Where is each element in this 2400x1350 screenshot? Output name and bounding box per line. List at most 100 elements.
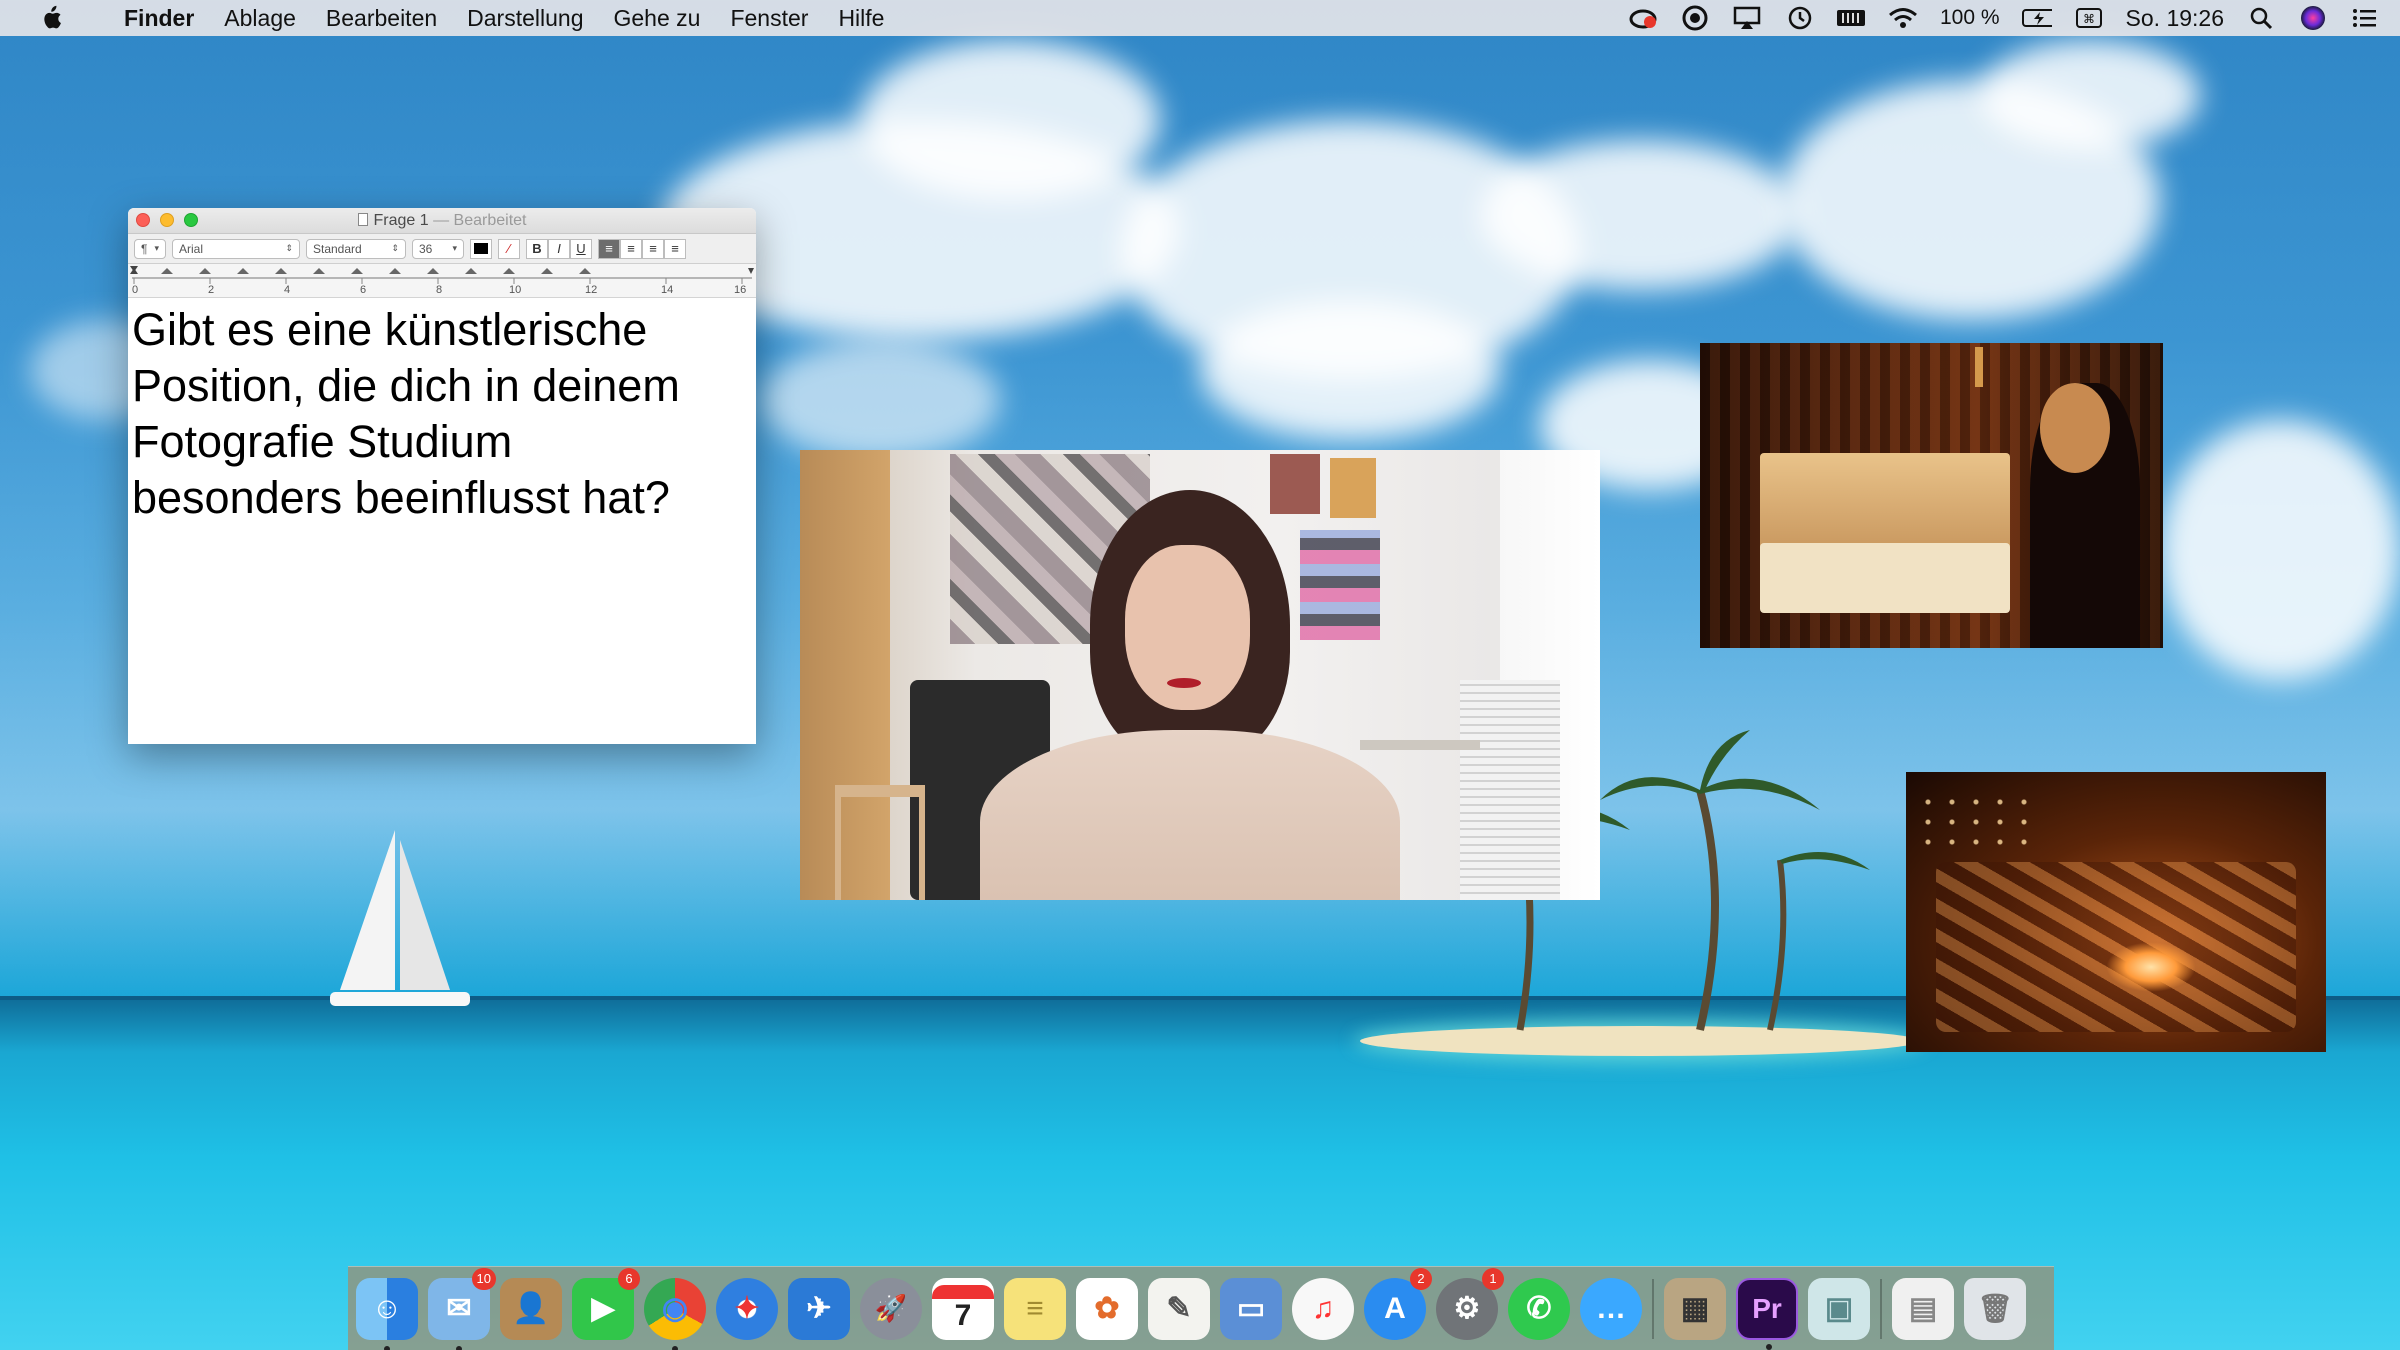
person-head: [2040, 383, 2110, 473]
menu-ablage[interactable]: Ablage: [224, 5, 296, 32]
menu-hilfe[interactable]: Hilfe: [838, 5, 884, 32]
clock[interactable]: So. 19:26: [2126, 5, 2224, 32]
dock-mail-icon[interactable]: ✉ 10: [428, 1267, 496, 1350]
chevron-down-icon: ▾: [452, 243, 457, 253]
dock-keynote-icon[interactable]: ▭: [1220, 1277, 1282, 1340]
casket-lining: [1760, 543, 2010, 613]
dock-glyph: ✎: [1166, 1292, 1192, 1325]
align-left-button[interactable]: ≡: [598, 238, 620, 259]
battery-indicator-icon[interactable]: [1836, 5, 1866, 31]
dock-glyph: 7: [954, 1298, 972, 1332]
dock-launchpad-icon[interactable]: 🚀: [860, 1277, 922, 1340]
font-size-field[interactable]: 36 ▾: [412, 238, 464, 259]
dock-glyph: ♫: [1311, 1291, 1335, 1325]
dock-textedit-icon[interactable]: ✎: [1148, 1277, 1210, 1340]
align-center-button[interactable]: ≡: [620, 238, 642, 259]
dock: ☺ ✉ 10 👤 ▶ 6 ◉ ✦ ✈ 🚀 7 ≡ ✿ ✎ ▭ ♫ A2 ⚙ 1 ✆ ……: [348, 1266, 2054, 1350]
ruler[interactable]: 0 2 4 6 8 10 12 14 16: [128, 264, 756, 298]
window-title: Frage 1 — Bearbeitet: [128, 212, 756, 230]
camera-record-icon[interactable]: [1680, 5, 1710, 31]
dock-glyph: …: [1596, 1291, 1626, 1325]
dock-documents-icon[interactable]: ▤: [1892, 1277, 1954, 1340]
mail-badge: 10: [471, 1267, 496, 1290]
dock-plugin-scan-icon[interactable]: ▣: [1808, 1277, 1870, 1340]
desk: [1360, 740, 1480, 750]
person-sweater: [980, 730, 1400, 900]
dock-glyph: ▦: [1680, 1292, 1710, 1325]
dock-app-store-icon[interactable]: A2: [1364, 1267, 1432, 1340]
time-machine-icon[interactable]: [1784, 5, 1814, 31]
menu-fenster[interactable]: Fenster: [730, 5, 808, 32]
photo-candlelit-casket: [1906, 772, 2326, 1052]
dock-safari-icon[interactable]: ✦: [716, 1277, 778, 1340]
dock-glyph: ✆: [1526, 1292, 1552, 1325]
poster: [1270, 454, 1320, 514]
menu-darstellung[interactable]: Darstellung: [467, 5, 583, 32]
document-line: Fotografie Studium: [132, 416, 513, 467]
align-right-button[interactable]: ≡: [642, 238, 664, 259]
dock-photos-icon[interactable]: ✿: [1076, 1277, 1138, 1340]
notification-center-icon[interactable]: [2350, 5, 2380, 31]
dock-finder-icon[interactable]: ☺: [356, 1277, 418, 1350]
creative-cloud-icon[interactable]: [1628, 5, 1658, 31]
chevron-updown-icon: ⇕: [285, 243, 293, 253]
dock-calendar-icon[interactable]: 7: [932, 1277, 994, 1340]
font-style-buttons: B I U: [526, 238, 592, 259]
no-color-icon: ⁄: [507, 241, 511, 256]
dock-mail-alt-icon[interactable]: ✈: [788, 1277, 850, 1340]
underline-button[interactable]: U: [570, 238, 592, 259]
airplay-icon[interactable]: [1732, 5, 1762, 31]
stool: [835, 785, 925, 900]
dock-glyph: ☺: [371, 1291, 403, 1325]
menu-bearbeiten[interactable]: Bearbeiten: [326, 5, 437, 32]
justify-button[interactable]: ≡: [664, 238, 686, 259]
spotlight-icon[interactable]: [2246, 5, 2276, 31]
dock-system-preferences-icon[interactable]: ⚙ 1: [1436, 1267, 1504, 1340]
bold-button[interactable]: B: [526, 238, 548, 259]
keyboard-icon[interactable]: ⌘: [2074, 5, 2104, 31]
dock-trash-icon[interactable]: 🗑: [1964, 1277, 2026, 1340]
dock-chrome-icon[interactable]: ◉: [644, 1277, 706, 1350]
apple-icon[interactable]: [34, 0, 68, 36]
dock-music-icon[interactable]: ♫: [1292, 1277, 1354, 1340]
dock-facetime-icon[interactable]: ▶ 6: [572, 1267, 640, 1340]
ruler-number: 16: [734, 284, 747, 296]
menu-app-finder[interactable]: Finder: [124, 5, 194, 32]
sailboat: [330, 830, 470, 1006]
calendar-header: [932, 1284, 994, 1299]
svg-text:⌘: ⌘: [2083, 12, 2095, 26]
window-titlebar[interactable]: Frage 1 — Bearbeitet: [128, 208, 756, 234]
paragraph-style-menu[interactable]: ¶ ▾: [134, 238, 166, 259]
dock-glyph: ✈: [806, 1292, 832, 1325]
dock-whatsapp-icon[interactable]: ✆: [1508, 1277, 1570, 1340]
ruler-number: 4: [284, 284, 291, 296]
wifi-icon[interactable]: [1888, 5, 1918, 31]
background-color-button[interactable]: ⁄: [498, 238, 520, 259]
document-status: — Bearbeitet: [433, 212, 527, 229]
ruler-number: 12: [585, 284, 598, 296]
document-body[interactable]: Gibt es eine künstlerische Position, die…: [128, 298, 756, 530]
dock-notes-icon[interactable]: ≡: [1004, 1277, 1066, 1340]
dock-premiere-icon[interactable]: Pr: [1736, 1277, 1798, 1350]
menu-gehe-zu[interactable]: Gehe zu: [614, 5, 701, 32]
person-mouth: [1167, 678, 1201, 688]
dock-glyph: A: [1384, 1291, 1406, 1325]
font-style-value: Standard: [313, 241, 362, 256]
dock-contacts-icon[interactable]: 👤: [500, 1277, 562, 1340]
dock-glyph: ✉: [446, 1292, 472, 1325]
dock-messages-icon[interactable]: …: [1580, 1277, 1642, 1340]
ruler-number: 14: [661, 284, 674, 296]
font-family-select[interactable]: Arial ⇕: [172, 238, 300, 259]
text-color-button[interactable]: [470, 238, 492, 259]
chevron-updown-icon: ⇕: [391, 243, 399, 253]
dock-glyph: ◉: [661, 1292, 689, 1325]
italic-button[interactable]: I: [548, 238, 570, 259]
paper-stack: [1460, 680, 1560, 900]
format-toolbar: ¶ ▾ Arial ⇕ Standard ⇕ 36 ▾ ⁄ B I U ≡ ≡ ≡ ≡: [128, 234, 756, 264]
candle-glow: [2106, 942, 2196, 992]
siri-icon[interactable]: [2298, 5, 2328, 31]
document-line: besonders beeinflusst hat?: [132, 472, 670, 523]
dock-calculator-icon[interactable]: ▦: [1664, 1277, 1726, 1340]
font-style-select[interactable]: Standard ⇕: [306, 238, 406, 259]
battery-icon[interactable]: [2021, 5, 2052, 31]
